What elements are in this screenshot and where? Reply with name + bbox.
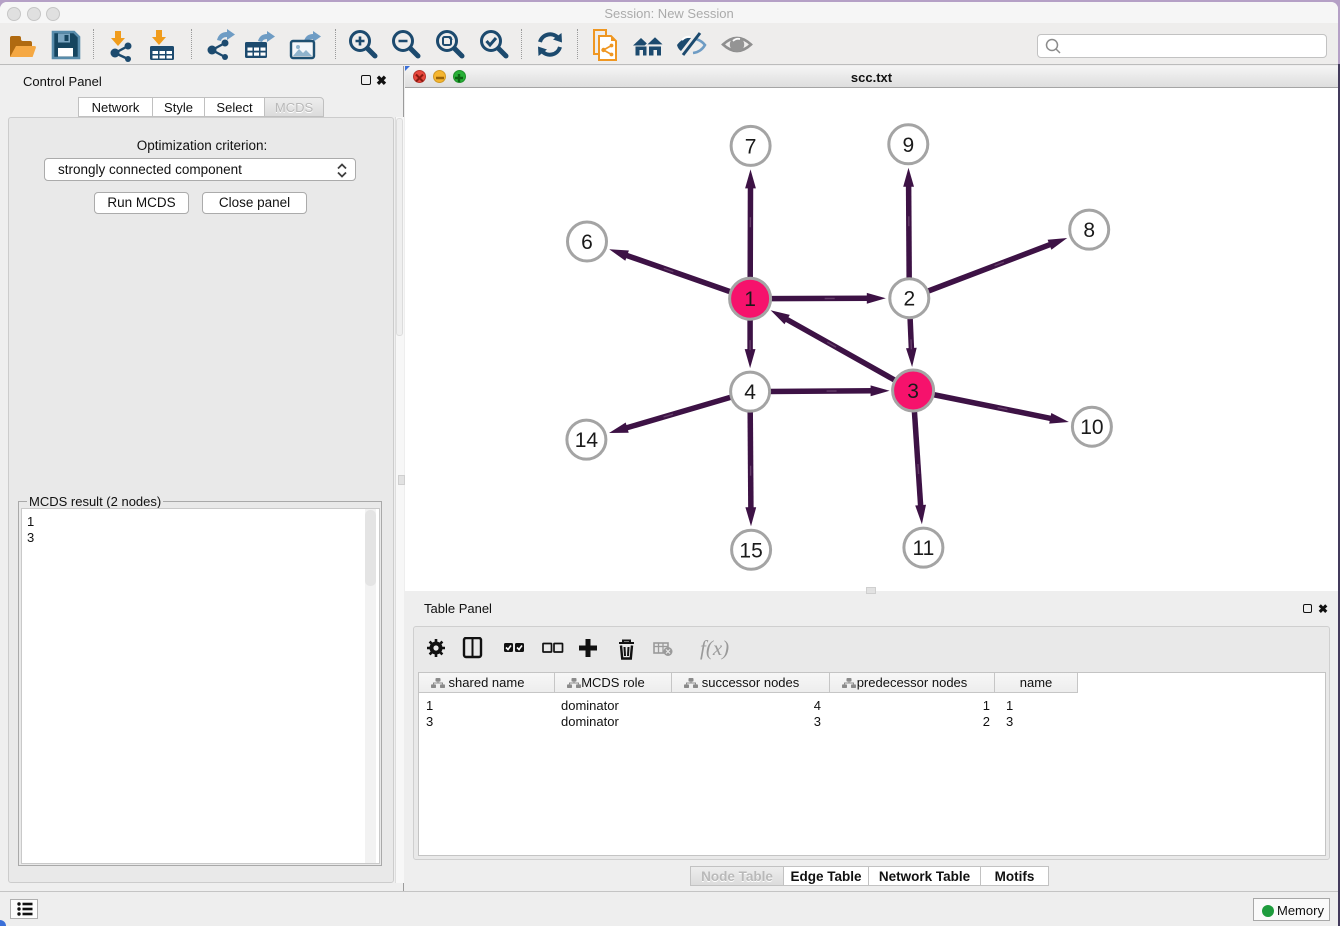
svg-text:8: 8: [1083, 219, 1095, 242]
svg-text:1: 1: [744, 288, 756, 311]
svg-text:9: 9: [902, 134, 914, 157]
svg-text:4: 4: [744, 381, 756, 404]
svg-text:10: 10: [1080, 416, 1103, 439]
svg-text:11: 11: [912, 537, 934, 560]
svg-text:6: 6: [581, 231, 593, 254]
svg-text:15: 15: [739, 539, 762, 562]
svg-text:7: 7: [745, 135, 757, 158]
svg-text:f(x): f(x): [700, 637, 729, 660]
svg-text:2: 2: [903, 288, 915, 311]
svg-text:14: 14: [575, 429, 599, 452]
svg-text:3: 3: [907, 380, 919, 403]
